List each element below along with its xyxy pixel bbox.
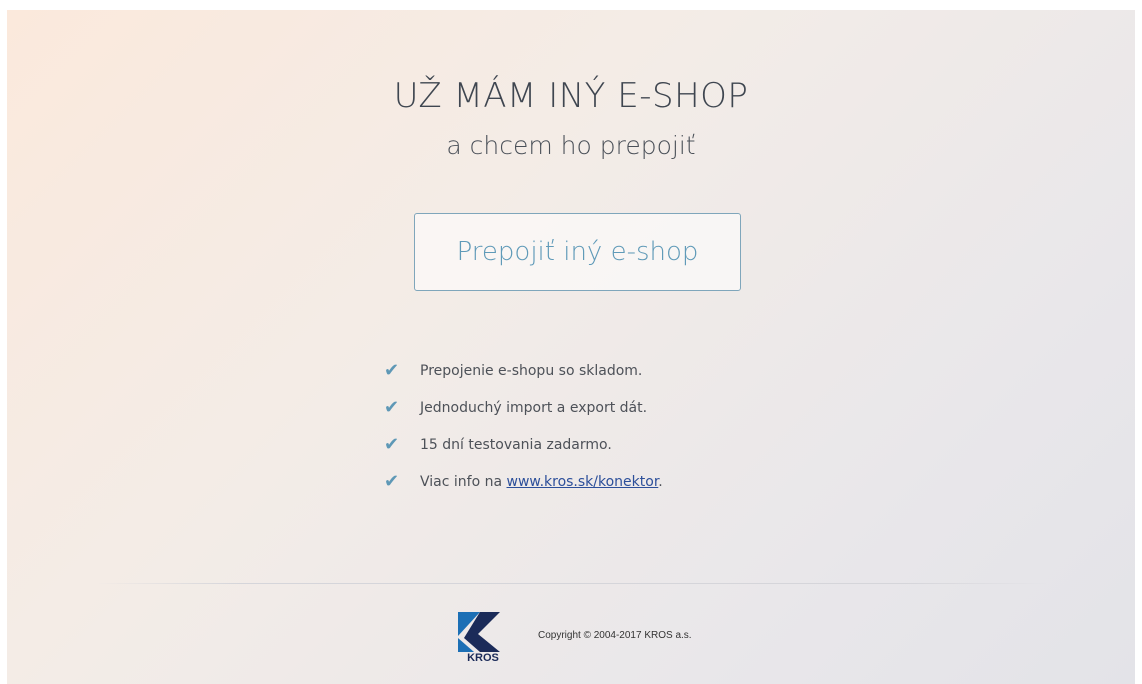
feature-text: Viac info na www.kros.sk/konektor. <box>420 474 663 490</box>
info-prefix: Viac info na <box>420 473 507 490</box>
list-item: ✔ Jednoduchý import a export dát. <box>384 389 663 426</box>
check-icon: ✔ <box>384 359 400 381</box>
feature-list: ✔ Prepojenie e-shopu so skladom. ✔ Jedno… <box>384 352 663 500</box>
feature-text: Jednoduchý import a export dát. <box>420 399 648 416</box>
check-icon: ✔ <box>384 470 400 492</box>
content-panel: UŽ MÁM INÝ E-SHOP a chcem ho prepojiť Pr… <box>7 10 1135 684</box>
copyright-text: Copyright © 2004-2017 KROS a.s. <box>538 630 692 641</box>
logo-text: KROS <box>467 652 499 662</box>
konektor-link[interactable]: www.kros.sk/konektor <box>507 474 659 490</box>
kros-logo-icon[interactable]: KROS <box>456 612 510 662</box>
page-subtitle: a chcem ho prepojiť <box>446 131 696 160</box>
list-item: ✔ 15 dní testovania zadarmo. <box>384 426 663 463</box>
footer-divider <box>97 583 1047 584</box>
check-icon: ✔ <box>384 433 400 455</box>
info-suffix: . <box>658 473 663 490</box>
feature-text: Prepojenie e-shopu so skladom. <box>420 362 643 379</box>
page-title: UŽ MÁM INÝ E-SHOP <box>393 76 749 116</box>
check-icon: ✔ <box>384 396 400 418</box>
list-item: ✔ Viac info na www.kros.sk/konektor. <box>384 463 663 500</box>
connect-eshop-button-label: Prepojiť iný e-shop <box>456 237 699 267</box>
connect-eshop-button[interactable]: Prepojiť iný e-shop <box>414 213 741 291</box>
list-item: ✔ Prepojenie e-shopu so skladom. <box>384 352 663 389</box>
feature-text: 15 dní testovania zadarmo. <box>420 436 612 453</box>
